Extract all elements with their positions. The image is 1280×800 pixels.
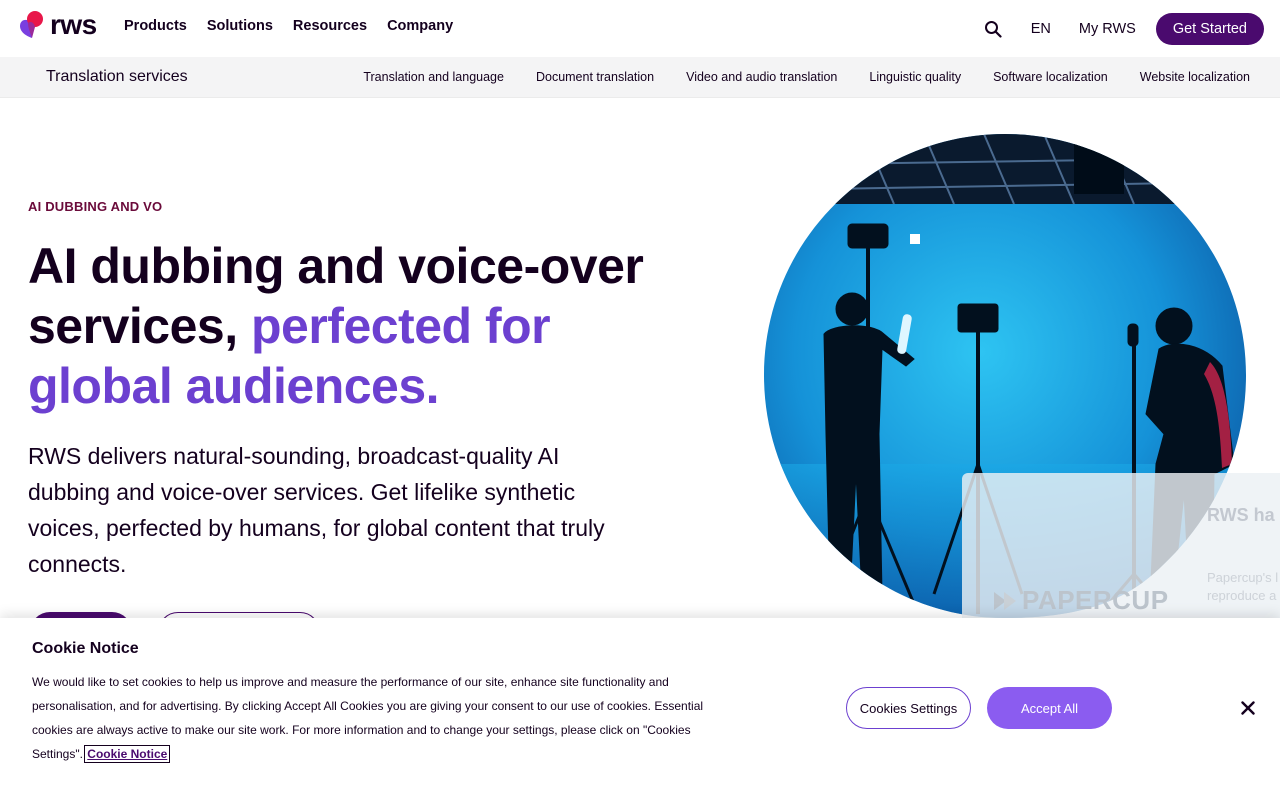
close-icon[interactable] [1236, 696, 1260, 720]
top-navigation: rws Products Solutions Resources Company… [0, 0, 1280, 57]
subnav-title[interactable]: Translation services [46, 68, 188, 86]
accept-all-button[interactable]: Accept All [987, 687, 1112, 729]
menu-resources[interactable]: Resources [293, 18, 367, 34]
subnav-software-localization[interactable]: Software localization [993, 70, 1108, 84]
promo-title: RWS ha Papercu [1207, 505, 1280, 525]
cookies-settings-button[interactable]: Cookies Settings [846, 687, 971, 729]
get-started-button[interactable]: Get Started [1155, 13, 1264, 45]
menu-company[interactable]: Company [387, 18, 453, 34]
cookie-title: Cookie Notice [32, 640, 139, 657]
subnav-document-translation[interactable]: Document translation [536, 70, 654, 84]
subnav-website-localization[interactable]: Website localization [1140, 70, 1250, 84]
utility-nav: EN My RWS Get Started [983, 13, 1264, 45]
hero-eyebrow: AI DUBBING AND VO [28, 199, 163, 214]
my-rws-link[interactable]: My RWS [1079, 21, 1136, 37]
hero-lead: RWS delivers natural-sounding, broadcast… [28, 443, 605, 577]
subnav-linguistic-quality[interactable]: Linguistic quality [869, 70, 961, 84]
promo-text: Papercup's l technology, reproduce a [1207, 570, 1280, 603]
menu-solutions[interactable]: Solutions [207, 18, 273, 34]
cookie-body: We would like to set cookies to help us … [32, 670, 712, 766]
search-icon[interactable] [983, 19, 1003, 39]
papercup-logo-text: PAPERCUP [1022, 585, 1169, 615]
menu-products[interactable]: Products [124, 18, 187, 34]
promo-card[interactable]: PAPERCUP RWS ha Papercu Papercup's l tec… [962, 473, 1280, 633]
main-menu: Products Solutions Resources Company [124, 18, 473, 34]
subnav-translation-and-language[interactable]: Translation and language [363, 70, 504, 84]
subnav-video-and-audio-translation[interactable]: Video and audio translation [686, 70, 837, 84]
papercup-logo-icon [994, 591, 1016, 610]
papercup-logo: PAPERCUP [992, 585, 1169, 616]
cookie-notice-link[interactable]: Cookie Notice [84, 745, 171, 763]
hero-headline: AI dubbing and voice-over services, perf… [28, 236, 668, 416]
rws-logo-text: rws [50, 9, 97, 40]
cookie-banner: Cookie Notice We would like to set cooki… [0, 618, 1280, 800]
language-selector[interactable]: EN [1031, 21, 1051, 37]
rws-logo[interactable]: rws [18, 10, 97, 40]
rws-logo-icon [18, 10, 46, 40]
sub-navigation: Translation services Translation and lan… [0, 57, 1280, 98]
subnav-links: Translation and language Document transl… [331, 70, 1250, 84]
